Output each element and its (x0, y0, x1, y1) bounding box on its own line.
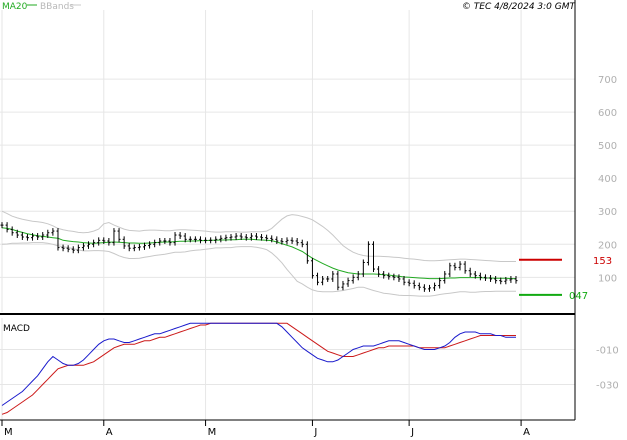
x-tick-label: A (523, 427, 530, 438)
macd-tick-label: -030 (596, 381, 619, 392)
price-tick-label: 400 (598, 174, 617, 185)
resistance-label: 153 (593, 256, 612, 267)
x-tick-label: J (410, 427, 414, 438)
legend-ma20-label: MA20 (2, 2, 28, 12)
x-tick-label: A (106, 427, 113, 438)
price-tick-label: 500 (598, 141, 617, 152)
support-label: 047 (569, 291, 588, 302)
price-tick-label: 100 (598, 273, 617, 284)
x-tick-label: M (208, 427, 217, 438)
x-tick-label: M (4, 427, 13, 438)
stock-chart: 153 047 100 200 300 400 500 600 700 MA20 BBands… (0, 0, 627, 440)
macd-tick-label: -010 (596, 346, 619, 357)
legend-bbands-label: BBands (40, 2, 74, 12)
x-tick-label: J (313, 427, 317, 438)
price-tick-label: 200 (598, 240, 617, 251)
macd-title: MACD (3, 324, 30, 334)
price-tick-label: 600 (598, 108, 617, 119)
price-tick-label: 700 (598, 75, 617, 86)
copyright-label: © TEC 4/8/2024 3:0 GMT (462, 2, 577, 12)
price-tick-label: 300 (598, 207, 617, 218)
